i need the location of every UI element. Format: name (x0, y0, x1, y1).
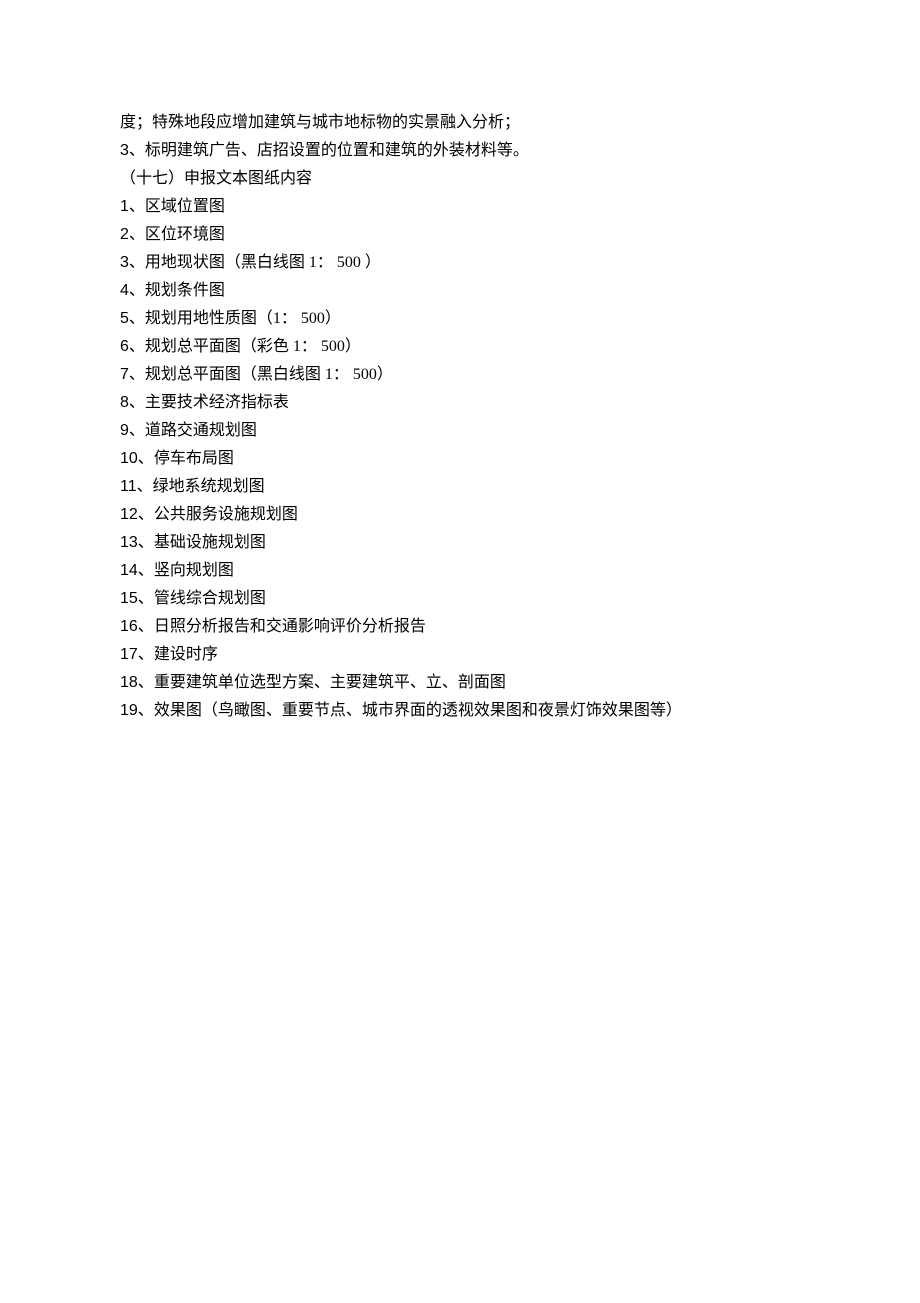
line-number: 13、 (120, 534, 154, 551)
line-text: 规划条件图 (145, 282, 225, 299)
line-number: 2、 (120, 226, 145, 243)
line-text: 日照分析报告和交通影响评价分析报告 (154, 618, 426, 635)
line-number: 9、 (120, 422, 145, 439)
line-text: 建设时序 (154, 646, 218, 663)
line-text: （十七）申报文本图纸内容 (120, 170, 312, 187)
text-line: 12、公共服务设施规划图 (120, 501, 800, 529)
document-body: 度；特殊地段应增加建筑与城市地标物的实景融入分析；3、标明建筑广告、店招设置的位… (120, 109, 800, 725)
text-line: 9、道路交通规划图 (120, 417, 800, 445)
line-number: 4、 (120, 282, 145, 299)
line-text: 度；特殊地段应增加建筑与城市地标物的实景融入分析； (120, 114, 520, 131)
text-line: 1、区域位置图 (120, 193, 800, 221)
line-number: 12、 (120, 506, 154, 523)
text-line: 3、用地现状图（黑白线图 1： 500 ） (120, 249, 800, 277)
line-number: 17、 (120, 646, 154, 663)
text-line: 5、规划用地性质图（1： 500） (120, 305, 800, 333)
line-text: 规划总平面图（彩色 1： 500） (145, 338, 361, 355)
line-number: 16、 (120, 618, 154, 635)
line-text: 规划用地性质图（1： 500） (145, 310, 341, 327)
line-text: 竖向规划图 (154, 562, 234, 579)
text-line: 7、规划总平面图（黑白线图 1： 500） (120, 361, 800, 389)
line-number: 8、 (120, 394, 145, 411)
text-line: 8、主要技术经济指标表 (120, 389, 800, 417)
text-line: 13、基础设施规划图 (120, 529, 800, 557)
text-line: 16、日照分析报告和交通影响评价分析报告 (120, 613, 800, 641)
text-line: 10、停车布局图 (120, 445, 800, 473)
text-line: 17、建设时序 (120, 641, 800, 669)
line-number: 5、 (120, 310, 145, 327)
line-text: 公共服务设施规划图 (154, 506, 298, 523)
line-number: 19、 (120, 702, 154, 719)
text-line: （十七）申报文本图纸内容 (120, 165, 800, 193)
line-number: 7、 (120, 366, 145, 383)
line-text: 规划总平面图（黑白线图 1： 500） (145, 366, 393, 383)
line-text: 管线综合规划图 (154, 590, 266, 607)
line-number: 3、 (120, 142, 145, 159)
line-text: 重要建筑单位选型方案、主要建筑平、立、剖面图 (154, 674, 506, 691)
line-text: 效果图（鸟瞰图、重要节点、城市界面的透视效果图和夜景灯饰效果图等） (154, 702, 682, 719)
line-number: 10、 (120, 450, 154, 467)
line-text: 主要技术经济指标表 (145, 394, 289, 411)
line-text: 标明建筑广告、店招设置的位置和建筑的外装材料等。 (145, 142, 529, 159)
text-line: 18、重要建筑单位选型方案、主要建筑平、立、剖面图 (120, 669, 800, 697)
line-number: 15、 (120, 590, 154, 607)
text-line: 2、区位环境图 (120, 221, 800, 249)
text-line: 14、竖向规划图 (120, 557, 800, 585)
text-line: 度；特殊地段应增加建筑与城市地标物的实景融入分析； (120, 109, 800, 137)
line-text: 用地现状图（黑白线图 1： 500 ） (145, 254, 381, 271)
text-line: 4、规划条件图 (120, 277, 800, 305)
text-line: 15、管线综合规划图 (120, 585, 800, 613)
line-text: 区域位置图 (145, 198, 225, 215)
line-text: 绿地系统规划图 (153, 478, 265, 495)
line-number: 18、 (120, 674, 154, 691)
line-number: 14、 (120, 562, 154, 579)
text-line: 6、规划总平面图（彩色 1： 500） (120, 333, 800, 361)
line-text: 道路交通规划图 (145, 422, 257, 439)
line-number: 3、 (120, 254, 145, 271)
line-number: 1、 (120, 198, 145, 215)
text-line: 19、效果图（鸟瞰图、重要节点、城市界面的透视效果图和夜景灯饰效果图等） (120, 697, 800, 725)
document-page: 度；特殊地段应增加建筑与城市地标物的实景融入分析；3、标明建筑广告、店招设置的位… (0, 0, 920, 725)
line-text: 停车布局图 (154, 450, 234, 467)
line-text: 区位环境图 (145, 226, 225, 243)
line-number: 11、 (120, 478, 153, 495)
line-number: 6、 (120, 338, 145, 355)
text-line: 3、标明建筑广告、店招设置的位置和建筑的外装材料等。 (120, 137, 800, 165)
text-line: 11、绿地系统规划图 (120, 473, 800, 501)
line-text: 基础设施规划图 (154, 534, 266, 551)
